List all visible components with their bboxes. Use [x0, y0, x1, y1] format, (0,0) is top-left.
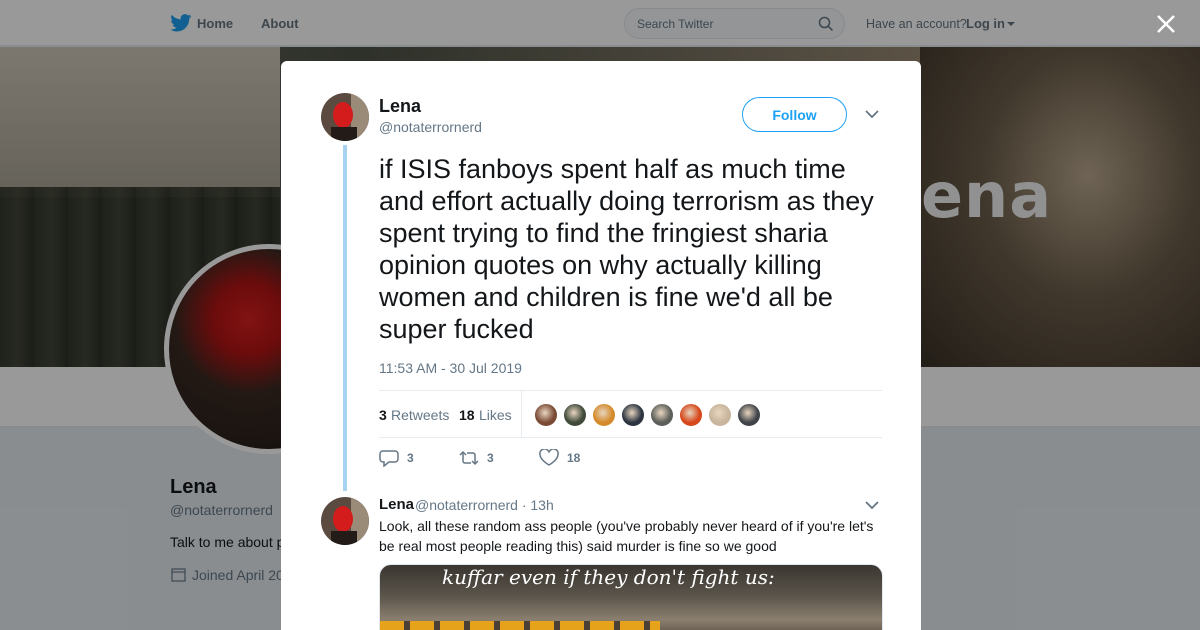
liker-avatar[interactable]: [679, 403, 703, 427]
liker-avatar[interactable]: [592, 403, 616, 427]
tweet-modal: Lena @notaterrornerd Follow if ISIS fanb…: [281, 61, 921, 630]
balloon-avatar-icon: [321, 497, 369, 545]
tweet-author-name[interactable]: Lena: [379, 96, 421, 117]
retweet-action-count: 3: [487, 451, 494, 465]
retweet-action[interactable]: 3: [459, 448, 494, 468]
chevron-down-icon[interactable]: [865, 500, 879, 510]
tweet-text: if ISIS fanboys spent half as much time …: [379, 154, 874, 344]
retweets-count[interactable]: 3: [379, 407, 387, 423]
close-icon[interactable]: [1155, 13, 1177, 35]
like-action-count: 18: [567, 451, 581, 465]
tweet-timestamp[interactable]: 11:53 AM - 30 Jul 2019: [379, 360, 522, 376]
reply-author-name[interactable]: Lena: [379, 496, 414, 513]
liker-avatar[interactable]: [621, 403, 645, 427]
thread-connector-line: [343, 145, 347, 491]
media-caption: kuffar even if they don't fight us:: [442, 565, 775, 589]
reply-author-meta[interactable]: @notaterrornerd · 13h: [415, 497, 554, 513]
tweet-actions: 3 3 18: [379, 448, 679, 472]
chevron-down-icon[interactable]: [865, 109, 879, 119]
reply-count: 3: [407, 451, 414, 465]
likes-label[interactable]: Likes: [479, 407, 512, 423]
media-stripe: [380, 621, 660, 630]
retweets-label[interactable]: Retweets: [391, 407, 449, 423]
liker-avatar[interactable]: [563, 403, 587, 427]
balloon-avatar-icon: [321, 93, 369, 141]
liker-avatar[interactable]: [708, 403, 732, 427]
follow-button[interactable]: Follow: [742, 97, 847, 132]
tweet-author-handle[interactable]: @notaterrornerd: [379, 119, 482, 135]
heart-icon: [539, 449, 559, 466]
reply-icon: [379, 450, 399, 467]
reply-action[interactable]: 3: [379, 448, 414, 468]
tweet-stats: 3 Retweets 18 Likes: [379, 390, 882, 438]
reply-text: Look, all these random ass people (you'v…: [379, 518, 874, 554]
reply-media-image[interactable]: kuffar even if they don't fight us:: [379, 564, 883, 630]
like-action[interactable]: 18: [539, 448, 580, 468]
tweet-author-avatar[interactable]: [321, 93, 369, 141]
reply-author-avatar[interactable]: [321, 497, 369, 545]
liker-avatar[interactable]: [534, 403, 558, 427]
likes-count[interactable]: 18: [459, 407, 475, 423]
retweet-icon: [459, 450, 479, 466]
stats-divider: [521, 391, 522, 438]
liker-avatar[interactable]: [737, 403, 761, 427]
liker-avatar[interactable]: [650, 403, 674, 427]
